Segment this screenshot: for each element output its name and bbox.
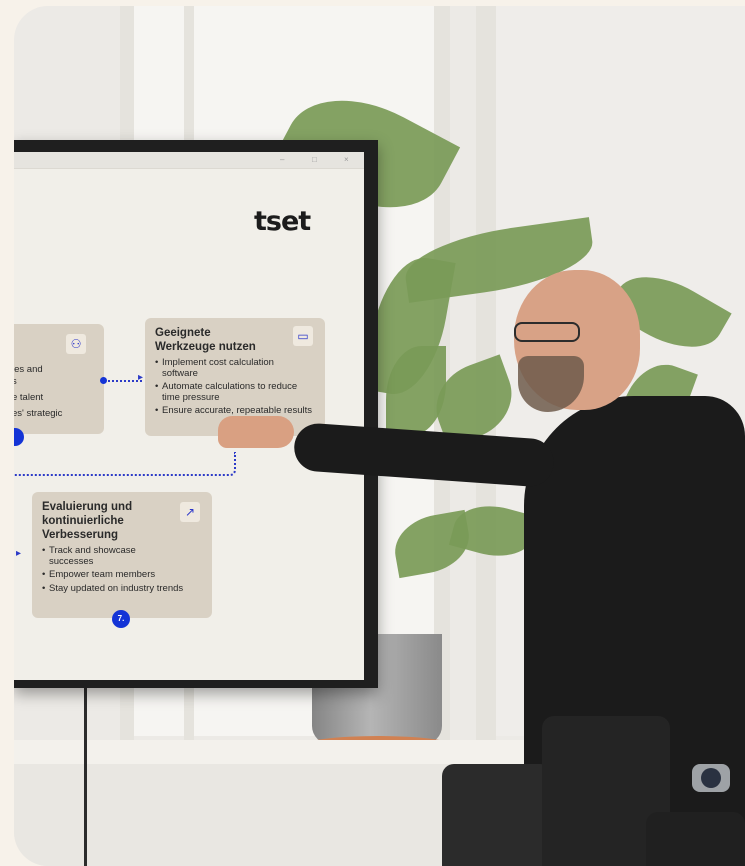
presenter-glasses: [514, 322, 580, 342]
process-card-evaluation: Evaluierung und kontinuierliche Verbesse…: [32, 492, 212, 618]
presentation-display: – □ × tset ⚇ les and s e talent es' stra…: [14, 140, 378, 688]
photo-frame: – □ × tset ⚇ les and s e talent es' stra…: [14, 6, 745, 866]
card-bullet: Stay updated on industry trends: [42, 583, 199, 595]
window-close-icon: ×: [344, 155, 349, 164]
room-scene: – □ × tset ⚇ les and s e talent es' stra…: [14, 6, 745, 866]
users-icon: ⚇: [66, 334, 86, 354]
step-badge: 7.: [112, 610, 130, 628]
tset-logo: tset: [254, 206, 311, 237]
connector-arrow-icon: ▸: [16, 548, 22, 559]
presenter-hand: [218, 416, 294, 448]
connector-line: [14, 452, 236, 476]
card-title: Werkzeuge nutzen: [155, 341, 256, 353]
process-card-partial: ⚇ les and s e talent es' strategic: [14, 324, 104, 434]
card-text-line: es' strategic: [14, 408, 63, 419]
card-text-line: les and: [14, 364, 43, 375]
wristwatch: [692, 764, 730, 792]
window-minimize-icon: –: [280, 155, 285, 164]
connector-arrow-icon: ▸: [138, 372, 144, 383]
connector-dot: [100, 377, 107, 384]
connector-line: [104, 380, 142, 382]
presentation-slide: – □ × tset ⚇ les and s e talent es' stra…: [14, 152, 364, 680]
card-text-line: e talent: [14, 392, 44, 403]
card-bullet: Automate calculations to reduce time pre…: [155, 381, 312, 403]
monitor-icon: ▭: [293, 326, 313, 346]
office-chair: [646, 812, 745, 866]
card-bullet: Empower team members: [42, 569, 209, 581]
display-cable: [84, 688, 87, 866]
card-title: Geeignete: [155, 327, 211, 339]
card-bullet: Implement cost calculation software: [155, 357, 312, 379]
office-chair: [442, 764, 552, 866]
trend-chart-icon: ↗: [180, 502, 200, 522]
card-title: Verbesserung: [42, 529, 119, 541]
card-bullet: Track and showcase successes: [42, 545, 169, 567]
card-text-line: s: [14, 376, 17, 387]
card-bullet: Ensure accurate, repeatable results: [155, 405, 312, 417]
slide-window-titlebar: – □ ×: [14, 152, 364, 169]
window-maximize-icon: □: [312, 155, 317, 164]
